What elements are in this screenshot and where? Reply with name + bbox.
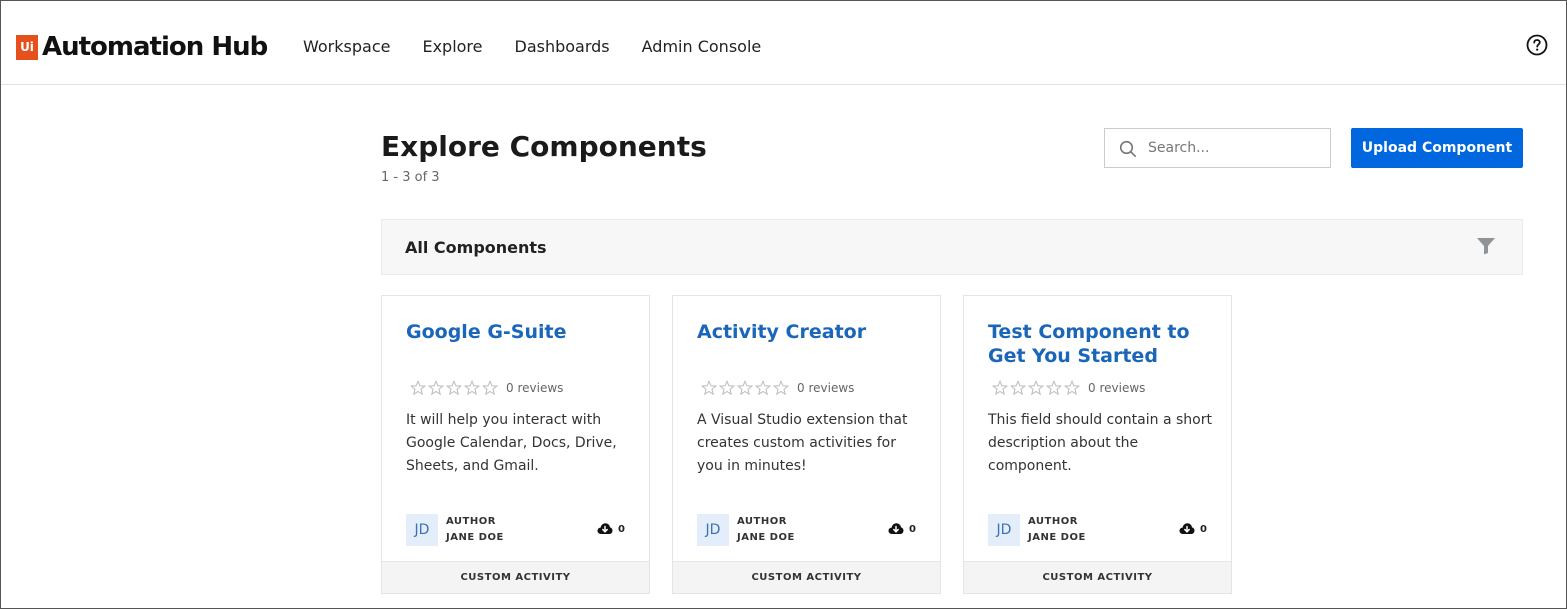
author-name: JANE DOE xyxy=(446,532,504,543)
page-title: Explore Components xyxy=(381,130,707,163)
nav-item-dashboards[interactable]: Dashboards xyxy=(515,37,610,56)
app-logo[interactable]: Ui Automation Hub xyxy=(16,32,268,62)
search-input[interactable] xyxy=(1148,138,1323,158)
star-rating: 0 reviews xyxy=(701,380,854,396)
filter-icon[interactable] xyxy=(1476,237,1496,259)
upload-component-button[interactable]: Upload Component xyxy=(1351,128,1523,168)
star-icon xyxy=(755,380,771,396)
star-icon xyxy=(482,380,498,396)
star-rating: 0 reviews xyxy=(992,380,1145,396)
review-count: 0 reviews xyxy=(797,381,855,395)
filter-bar-title: All Components xyxy=(405,238,547,257)
star-icon xyxy=(428,380,444,396)
avatar: JD xyxy=(697,514,729,546)
card-description: This field should contain a short descri… xyxy=(988,412,1212,474)
search-box xyxy=(1104,128,1331,168)
nav-item-workspace[interactable]: Workspace xyxy=(303,37,390,56)
author-label: AUTHOR xyxy=(1028,516,1078,527)
top-bar: Ui Automation Hub Workspace Explore Dash… xyxy=(1,1,1566,85)
star-icon xyxy=(410,380,426,396)
component-type-label: CUSTOM ACTIVITY xyxy=(964,561,1231,593)
nav-item-admin-console[interactable]: Admin Console xyxy=(642,37,762,56)
star-icon xyxy=(719,380,735,396)
card-description: It will help you interact with Google Ca… xyxy=(406,412,617,474)
avatar: JD xyxy=(406,514,438,546)
component-type-label: CUSTOM ACTIVITY xyxy=(382,561,649,593)
download-count-value: 0 xyxy=(909,523,916,535)
component-type-label: CUSTOM ACTIVITY xyxy=(673,561,940,593)
author-name: JANE DOE xyxy=(1028,532,1086,543)
star-icon xyxy=(773,380,789,396)
cloud-download-icon xyxy=(597,523,613,534)
star-icon xyxy=(1046,380,1062,396)
download-count: 0 xyxy=(1179,522,1207,536)
star-icon xyxy=(1028,380,1044,396)
cloud-download-icon xyxy=(888,523,904,534)
star-rating: 0 reviews xyxy=(410,380,563,396)
star-icon xyxy=(446,380,462,396)
author-label: AUTHOR xyxy=(737,516,787,527)
component-card[interactable]: Test Component to Get You Started 0 revi… xyxy=(963,295,1232,594)
review-count: 0 reviews xyxy=(506,381,564,395)
logo-text: Automation Hub xyxy=(42,32,268,62)
star-icon xyxy=(1064,380,1080,396)
main-nav: Workspace Explore Dashboards Admin Conso… xyxy=(303,37,793,56)
cloud-download-icon xyxy=(1179,523,1195,534)
star-icon xyxy=(737,380,753,396)
download-count-value: 0 xyxy=(618,523,625,535)
card-title[interactable]: Test Component to Get You Started xyxy=(988,320,1213,368)
download-count: 0 xyxy=(597,522,625,536)
star-icon xyxy=(464,380,480,396)
author-label: AUTHOR xyxy=(446,516,496,527)
card-title[interactable]: Activity Creator xyxy=(697,320,922,344)
component-card[interactable]: Activity Creator 0 reviews A Visual Stud… xyxy=(672,295,941,594)
author-name: JANE DOE xyxy=(737,532,795,543)
logo-badge: Ui xyxy=(16,34,38,60)
star-icon xyxy=(992,380,1008,396)
help-icon[interactable] xyxy=(1526,34,1548,56)
avatar: JD xyxy=(988,514,1020,546)
filter-bar: All Components xyxy=(381,219,1523,275)
nav-item-explore[interactable]: Explore xyxy=(422,37,482,56)
download-count: 0 xyxy=(888,522,916,536)
component-card[interactable]: Google G-Suite 0 reviews It will help yo… xyxy=(381,295,650,594)
star-icon xyxy=(701,380,717,396)
download-count-value: 0 xyxy=(1200,523,1207,535)
review-count: 0 reviews xyxy=(1088,381,1146,395)
result-count: 1 - 3 of 3 xyxy=(381,170,440,185)
card-title[interactable]: Google G-Suite xyxy=(406,320,631,344)
search-icon xyxy=(1119,140,1137,158)
star-icon xyxy=(1010,380,1026,396)
card-description: A Visual Studio extension that creates c… xyxy=(697,412,908,474)
